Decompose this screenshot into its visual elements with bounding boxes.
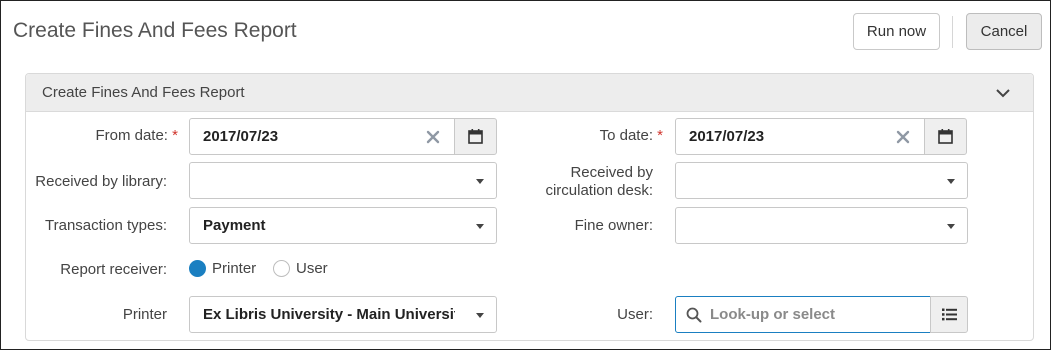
from-date-field[interactable]: 2017/07/23 <box>189 118 455 155</box>
panel-header[interactable]: Create Fines And Fees Report <box>26 74 1033 112</box>
close-icon[interactable] <box>894 128 912 146</box>
header-divider <box>952 16 953 48</box>
list-icon <box>941 308 957 321</box>
cancel-button[interactable]: Cancel <box>966 13 1042 50</box>
transaction-types-select[interactable]: Payment <box>189 207 497 244</box>
search-icon <box>686 307 702 323</box>
chevron-down-icon[interactable] <box>995 85 1011 101</box>
page-frame: Create Fines And Fees Report Run now Can… <box>0 0 1051 350</box>
printer-select[interactable]: Ex Libris University - Main University <box>189 296 497 333</box>
user-search-field[interactable] <box>675 296 931 333</box>
received-by-desk-select[interactable] <box>675 162 968 199</box>
received-by-library-select[interactable] <box>189 162 497 199</box>
required-mark: * <box>172 127 178 144</box>
from-date-value: 2017/07/23 <box>203 128 279 145</box>
calendar-icon <box>938 129 953 144</box>
radio-dot-printer[interactable] <box>189 260 206 277</box>
to-date-value: 2017/07/23 <box>689 128 765 145</box>
caret-down-icon <box>476 224 484 229</box>
caret-down-icon <box>947 224 955 229</box>
page-title: Create Fines And Fees Report <box>13 19 297 42</box>
to-date-field[interactable]: 2017/07/23 <box>675 118 925 155</box>
printer-value: Ex Libris University - Main University <box>203 306 455 323</box>
panel-title: Create Fines And Fees Report <box>42 84 245 101</box>
run-now-button[interactable]: Run now <box>853 13 940 50</box>
caret-down-icon <box>476 313 484 318</box>
radio-printer-label: Printer <box>212 260 257 277</box>
to-date-label: To date: * <box>521 127 663 145</box>
printer-label: Printer <box>122 306 167 323</box>
page-header: Create Fines And Fees Report Run now Can… <box>2 2 1049 62</box>
required-mark: * <box>657 127 663 144</box>
transaction-types-value: Payment <box>203 217 266 234</box>
user-search-input[interactable] <box>708 297 923 332</box>
transaction-types-label: Transaction types: <box>45 217 167 234</box>
report-receiver-label: Report receiver: <box>60 261 167 278</box>
radio-dot-user[interactable] <box>273 260 290 277</box>
from-date-calendar-button[interactable] <box>454 118 497 155</box>
fine-owner-label: Fine owner: <box>574 217 653 234</box>
user-list-button[interactable] <box>930 296 968 333</box>
close-icon[interactable] <box>424 128 442 146</box>
caret-down-icon <box>476 179 484 184</box>
radio-user-label: User <box>296 260 328 277</box>
to-date-label-text: To date: <box>599 127 653 144</box>
from-date-label: From date: * <box>36 127 178 145</box>
calendar-icon <box>468 129 483 144</box>
to-date-calendar-button[interactable] <box>924 118 967 155</box>
received-by-desk-label-line2: circulation desk: <box>545 182 653 199</box>
received-by-desk-label-line1: Received by <box>570 164 653 181</box>
fine-owner-select[interactable] <box>675 207 968 244</box>
report-receiver-radio-group: Printer User <box>189 260 389 282</box>
report-panel: Create Fines And Fees Report From date: … <box>25 73 1034 341</box>
from-date-label-text: From date: <box>95 127 168 144</box>
caret-down-icon <box>947 179 955 184</box>
received-by-desk-label: Received by circulation desk: <box>513 164 653 200</box>
received-by-library-label: Received by library: <box>35 173 167 190</box>
radio-user[interactable]: User <box>273 260 328 277</box>
user-label: User: <box>617 306 653 323</box>
radio-printer[interactable]: Printer <box>189 260 256 277</box>
